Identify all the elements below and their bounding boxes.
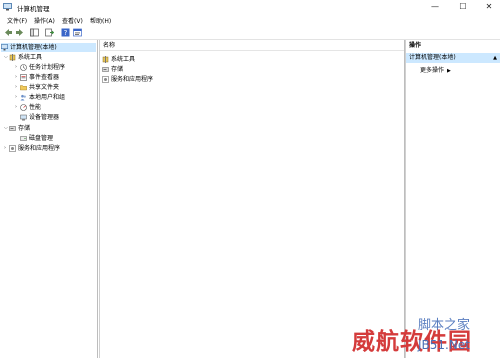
tree-item-disk-management[interactable]: 磁盘管理 bbox=[20, 134, 53, 143]
more-actions-label: 更多操作 bbox=[420, 67, 445, 74]
disk-icon bbox=[20, 136, 27, 141]
column-header-name[interactable]: 名称 bbox=[100, 40, 404, 51]
tree-item-label: 事件查看器 bbox=[29, 74, 60, 81]
forward-arrow-icon[interactable] bbox=[15, 28, 24, 37]
back-arrow-icon[interactable] bbox=[4, 28, 13, 37]
computer-management-icon bbox=[3, 3, 12, 11]
performance-icon bbox=[20, 104, 27, 111]
storage-icon bbox=[9, 126, 16, 131]
actions-section-header[interactable]: 计算机管理(本地) ▲ bbox=[406, 53, 500, 63]
tree-item-device-manager[interactable]: 设备管理器 bbox=[20, 113, 59, 122]
tree-item-label: 设备管理器 bbox=[29, 114, 60, 121]
tree-item-label: 服务和应用程序 bbox=[18, 145, 61, 152]
services-icon bbox=[9, 145, 16, 152]
menu-bar: 文件(F) 操作(A) 查看(V) 帮助(H) bbox=[0, 15, 500, 25]
tree-item-services-apps[interactable]: › 服务和应用程序 bbox=[4, 144, 60, 153]
tree-item-task-scheduler[interactable]: › 任务计划程序 bbox=[15, 63, 65, 72]
event-viewer-icon bbox=[20, 74, 27, 81]
tree-item-label: 性能 bbox=[29, 104, 42, 111]
tree-item-label: 存储 bbox=[18, 125, 31, 132]
tree-item-label: 系统工具 bbox=[18, 54, 43, 61]
svg-text:?: ? bbox=[64, 29, 68, 37]
toolbar: ? bbox=[0, 26, 500, 40]
actions-section-label: 计算机管理(本地) bbox=[409, 54, 456, 61]
tree-item-shared-folders[interactable]: › 共享文件夹 bbox=[15, 83, 59, 92]
maximize-button[interactable]: ☐ bbox=[450, 0, 476, 15]
tree-item-label: 任务计划程序 bbox=[29, 64, 66, 71]
menu-action[interactable]: 操作(A) bbox=[34, 16, 55, 25]
menu-view[interactable]: 查看(V) bbox=[62, 16, 83, 25]
minimize-button[interactable]: — bbox=[422, 0, 448, 15]
actions-pane: 操作 计算机管理(本地) ▲ 更多操作 ▶ bbox=[405, 40, 500, 358]
device-manager-icon bbox=[20, 114, 27, 121]
actions-title: 操作 bbox=[409, 42, 422, 49]
submenu-arrow-icon: ▶ bbox=[447, 68, 451, 74]
tree-item-system-tools[interactable]: ⌵ 系统工具 bbox=[4, 53, 42, 62]
export-list-icon[interactable] bbox=[45, 28, 54, 37]
close-button[interactable]: ✕ bbox=[476, 0, 500, 15]
tree-item-label: 计算机管理(本地) bbox=[10, 44, 57, 51]
tree-item-label: 共享文件夹 bbox=[29, 84, 60, 91]
list-item[interactable]: 服务和应用程序 bbox=[102, 75, 153, 84]
console-tree: 计算机管理(本地) ⌵ 系统工具 › 任务计划程序 › 事件查看器 › 共享文件 bbox=[0, 40, 98, 358]
tree-item-label: 磁盘管理 bbox=[29, 135, 54, 142]
menu-file[interactable]: 文件(F) bbox=[7, 16, 27, 25]
more-actions-item[interactable]: 更多操作 ▶ bbox=[420, 66, 451, 75]
list-item-label: 存储 bbox=[111, 66, 124, 73]
computer-management-icon bbox=[1, 44, 8, 51]
content-list: 名称 系统工具 存储 服务和应用程序 bbox=[99, 40, 405, 358]
clock-icon bbox=[20, 64, 27, 71]
tree-item-local-users[interactable]: › 本地用户和组 bbox=[15, 93, 65, 102]
help-icon[interactable]: ? bbox=[61, 28, 70, 37]
tree-item-event-viewer[interactable]: › 事件查看器 bbox=[15, 73, 59, 82]
properties-icon[interactable] bbox=[73, 28, 82, 37]
menu-help[interactable]: 帮助(H) bbox=[90, 16, 111, 25]
shared-folder-icon bbox=[20, 85, 27, 91]
window-title: 计算机管理 bbox=[17, 5, 50, 13]
tools-icon bbox=[9, 54, 16, 61]
computer-management-window: 计算机管理 — ☐ ✕ 文件(F) 操作(A) 查看(V) 帮助(H) ? 计算… bbox=[0, 0, 500, 358]
list-item-label: 系统工具 bbox=[111, 56, 136, 63]
tree-item-storage[interactable]: ⌵ 存储 bbox=[4, 124, 30, 133]
tree-item-performance[interactable]: › 性能 bbox=[15, 103, 41, 112]
title-bar: 计算机管理 — ☐ ✕ bbox=[0, 0, 500, 15]
console-tree-icon[interactable] bbox=[30, 28, 39, 37]
storage-icon bbox=[102, 67, 109, 72]
services-icon bbox=[102, 76, 109, 83]
tree-item-label: 本地用户和组 bbox=[29, 94, 66, 101]
list-item-label: 服务和应用程序 bbox=[111, 76, 154, 83]
list-item[interactable]: 系统工具 bbox=[102, 55, 135, 64]
collapse-triangle-icon[interactable]: ▲ bbox=[493, 53, 497, 63]
list-item[interactable]: 存储 bbox=[102, 65, 123, 74]
users-icon bbox=[20, 94, 26, 101]
tools-icon bbox=[102, 56, 109, 63]
watermark-text: JB51.Net bbox=[418, 338, 470, 352]
tree-item-root[interactable]: 计算机管理(本地) bbox=[1, 43, 96, 52]
